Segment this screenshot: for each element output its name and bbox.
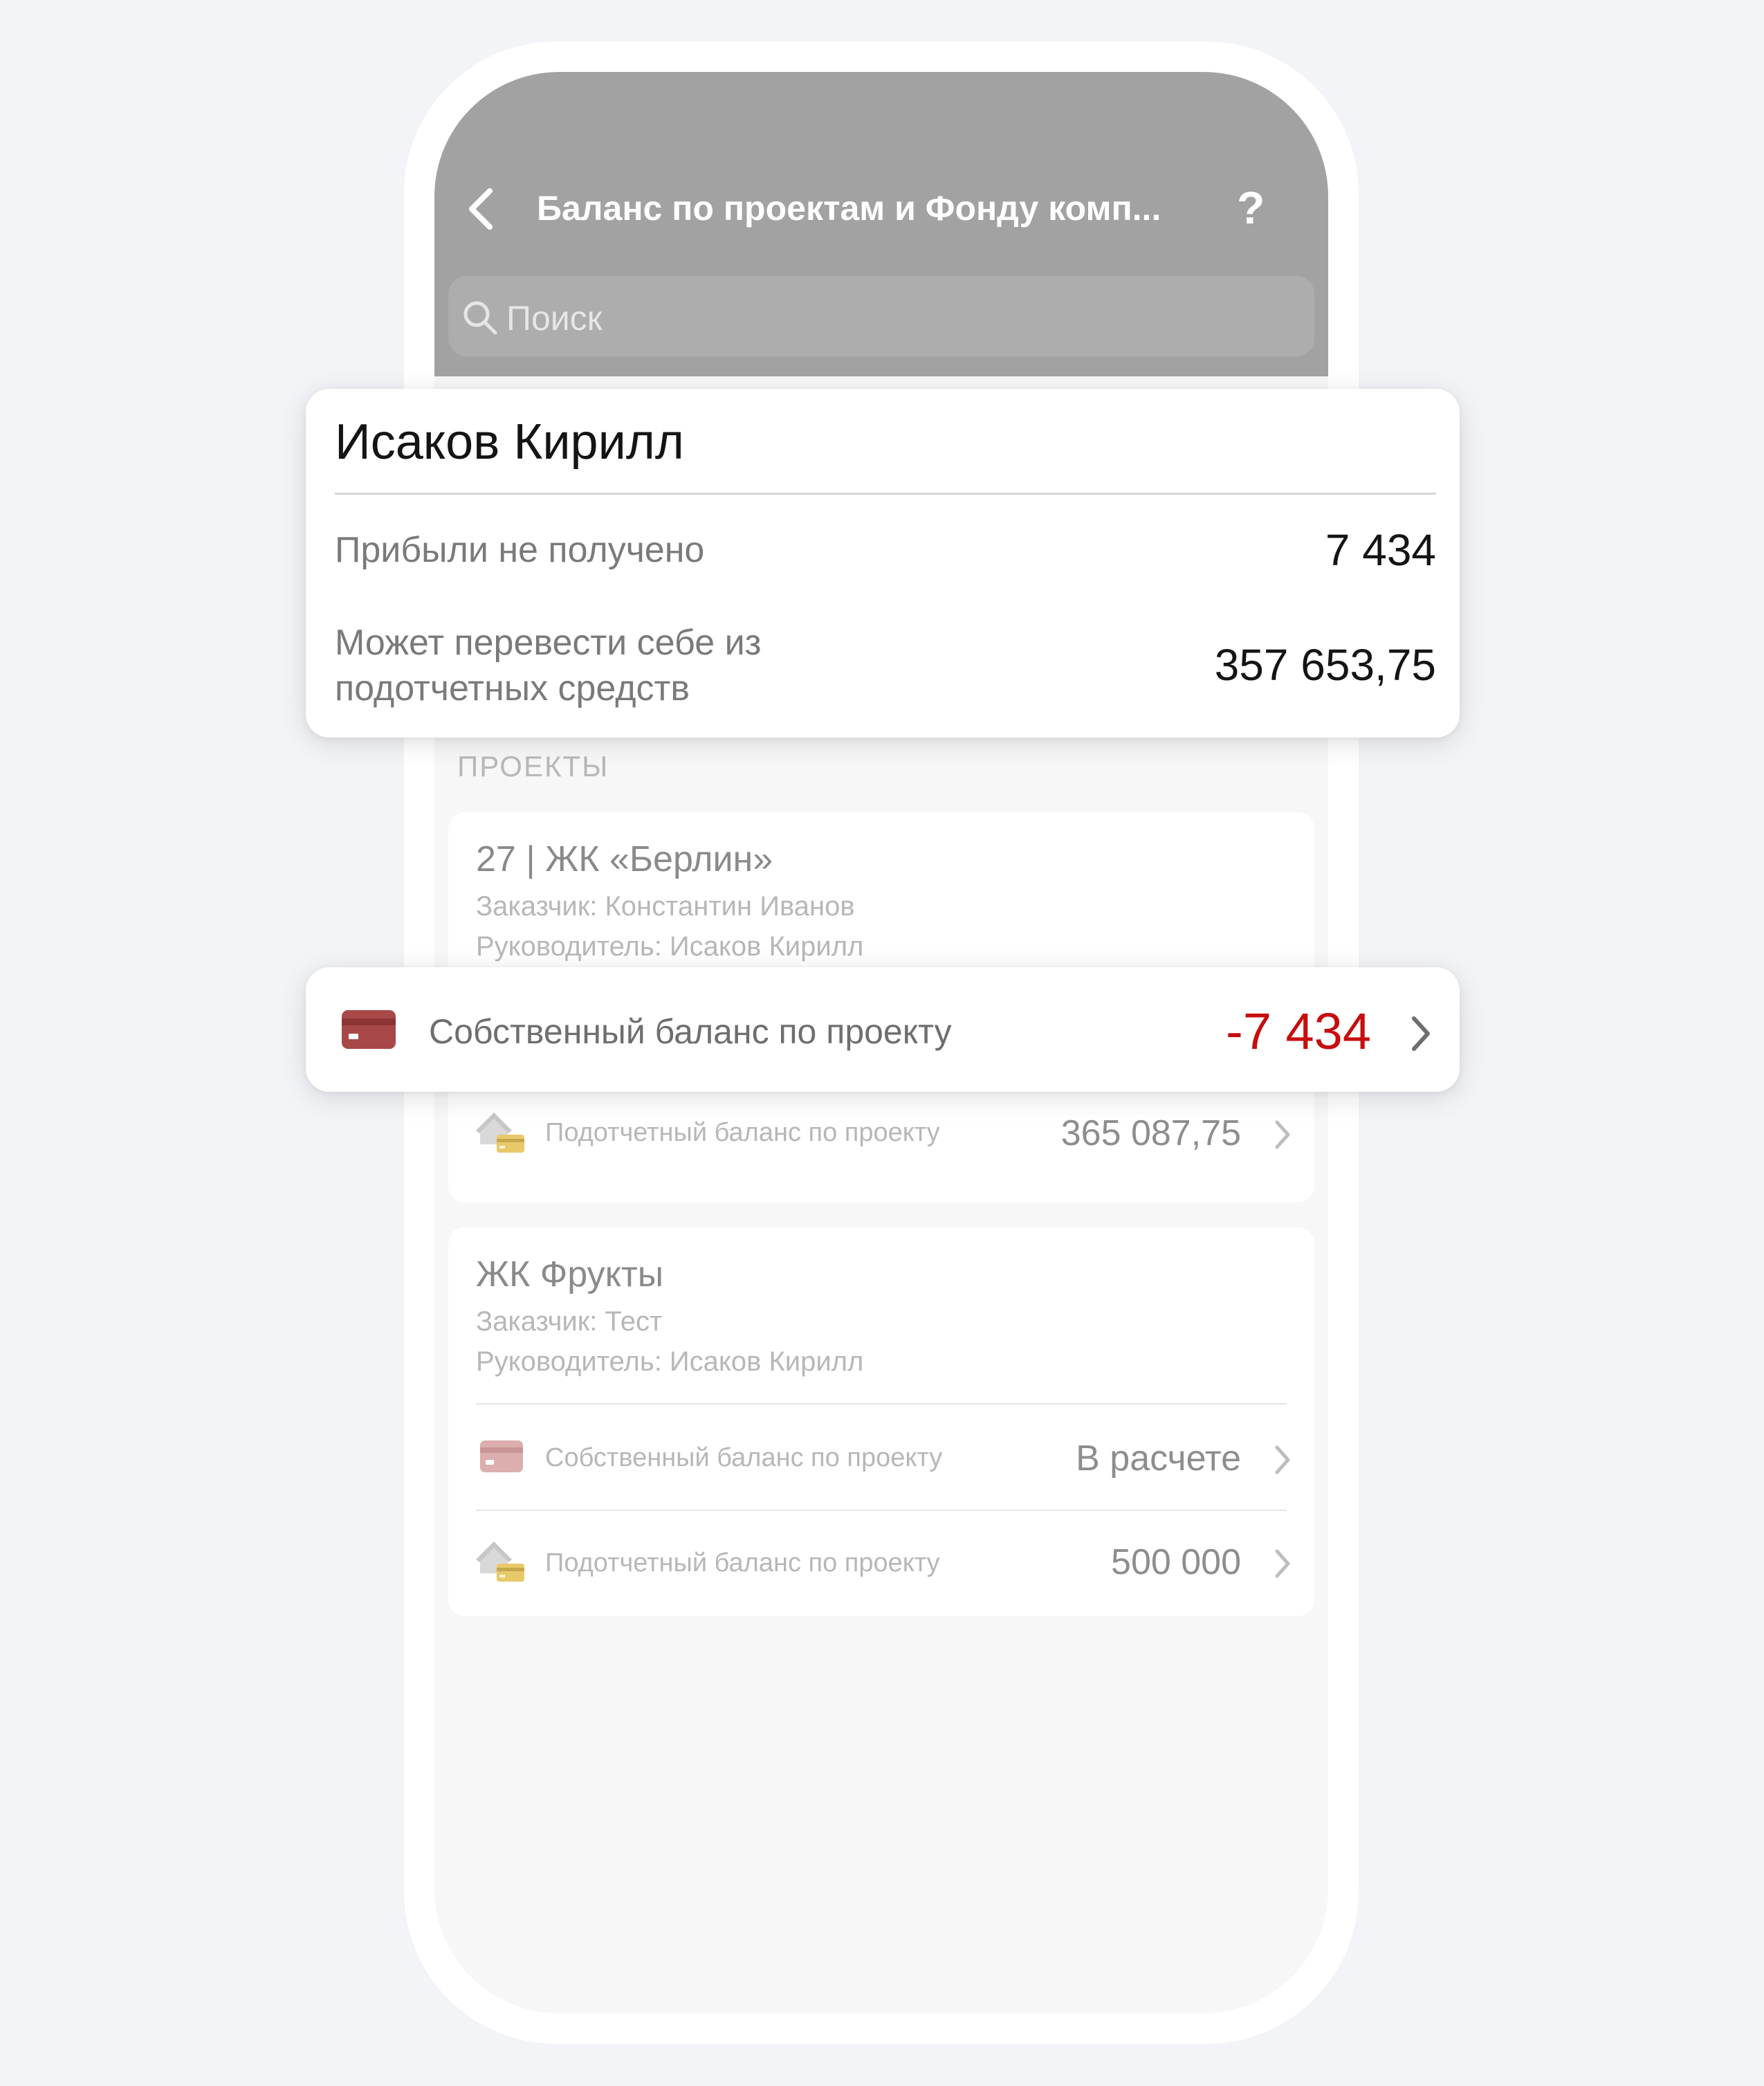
house-card-icon [476, 1113, 524, 1153]
house-card-icon [476, 1541, 524, 1582]
person-name: Исаков Кирилл [335, 414, 684, 470]
person-summary-card: Исаков Кирилл Прибыли не получено 7 434 … [306, 389, 1460, 738]
credit-card-icon [342, 1010, 396, 1049]
chevron-left-icon [469, 188, 493, 230]
own-balance-row[interactable]: Собственный баланс по проекту В расчете [448, 1405, 1314, 1510]
projects-section-label: ПРОЕКТЫ [457, 750, 609, 783]
own-balance-label: Собственный баланс по проекту [545, 1443, 943, 1472]
credit-card-icon [480, 1440, 523, 1472]
transferable-funds-value: 357 653,75 [1214, 640, 1436, 690]
chevron-right-icon [1275, 1445, 1290, 1474]
search-icon [463, 301, 497, 335]
own-balance-row-highlighted[interactable]: Собственный баланс по проекту -7 434 [306, 967, 1460, 1092]
help-button[interactable]: ? [1237, 181, 1265, 234]
project-title: ЖК Фрукты [476, 1254, 664, 1294]
own-balance-value: -7 434 [1226, 1003, 1371, 1060]
unreceived-profit-label: Прибыли не получено [335, 530, 705, 570]
navigation-bar: Баланс по проектам и Фонду комп... ? Пои… [434, 72, 1328, 376]
divider [335, 493, 1436, 495]
chevron-right-icon [1275, 1120, 1290, 1149]
own-balance-value: В расчете [1076, 1438, 1241, 1479]
project-customer: Заказчик: Тест [476, 1306, 663, 1337]
accountable-balance-row[interactable]: Подотчетный баланс по проекту 500 000 [448, 1511, 1314, 1615]
chevron-right-icon [1412, 1016, 1430, 1051]
accountable-balance-label: Подотчетный баланс по проекту [545, 1118, 940, 1147]
project-card[interactable]: ЖК Фрукты Заказчик: Тест Руководитель: И… [448, 1227, 1314, 1616]
transferable-funds-label: Может перевести себе из подотчетных сред… [335, 623, 762, 708]
project-title: 27 | ЖК «Берлин» [476, 839, 773, 879]
search-placeholder: Поиск [506, 299, 603, 338]
own-balance-label: Собственный баланс по проекту [429, 1012, 952, 1051]
project-manager: Руководитель: Исаков Кирилл [476, 1346, 864, 1377]
project-manager: Руководитель: Исаков Кирилл [476, 931, 864, 962]
project-customer: Заказчик: Константин Иванов [476, 891, 855, 922]
accountable-balance-value: 365 087,75 [1060, 1113, 1241, 1153]
accountable-balance-value: 500 000 [1111, 1542, 1241, 1582]
background: Баланс по проектам и Фонду комп... ? Пои… [0, 0, 1764, 2086]
page-title: Баланс по проектам и Фонду комп... [537, 189, 1161, 228]
accountable-balance-label: Подотчетный баланс по проекту [545, 1548, 940, 1577]
accountable-balance-row[interactable]: Подотчетный баланс по проекту 365 087,75 [448, 1082, 1314, 1186]
search-field[interactable]: Поиск [448, 276, 1314, 356]
chevron-right-icon [1275, 1549, 1290, 1578]
back-button[interactable] [459, 181, 501, 237]
unreceived-profit-value: 7 434 [1325, 525, 1436, 575]
